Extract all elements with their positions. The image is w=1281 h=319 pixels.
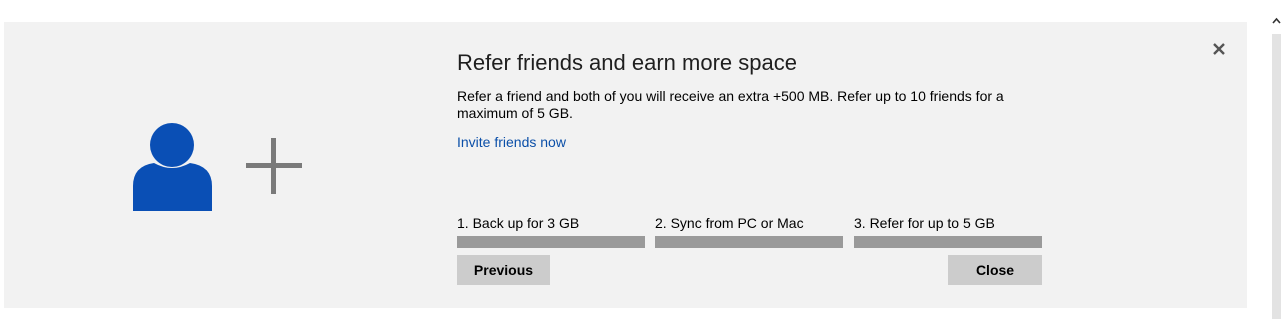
scrollbar-track[interactable] [1272,34,1281,319]
onedrive-page: Refer friends and earn more space Refer … [0,0,1281,319]
step-refer: 3. Refer for up to 5 GB [854,214,1042,248]
step-progress-bar [457,236,645,248]
step-label: 2. Sync from PC or Mac [655,215,804,231]
referral-illustration [133,123,302,211]
previous-button[interactable]: Previous [457,255,550,285]
step-progress-bar [854,236,1042,248]
close-icon [1213,43,1225,55]
close-button[interactable]: Close [948,255,1042,285]
invite-friends-link[interactable]: Invite friends now [457,134,566,150]
step-sync: 2. Sync from PC or Mac [655,214,843,248]
step-label: 3. Refer for up to 5 GB [854,215,995,231]
person-icon [133,123,212,211]
step-progress-bar [655,236,843,248]
scroll-up-arrow-icon[interactable] [1272,16,1281,26]
step-label: 1. Back up for 3 GB [457,215,580,231]
banner-title: Refer friends and earn more space [457,50,797,75]
plus-icon [246,138,302,194]
banner-description: Refer a friend and both of you will rece… [457,88,1004,121]
step-backup: 1. Back up for 3 GB [457,214,645,248]
dismiss-banner-button[interactable] [1208,38,1230,60]
